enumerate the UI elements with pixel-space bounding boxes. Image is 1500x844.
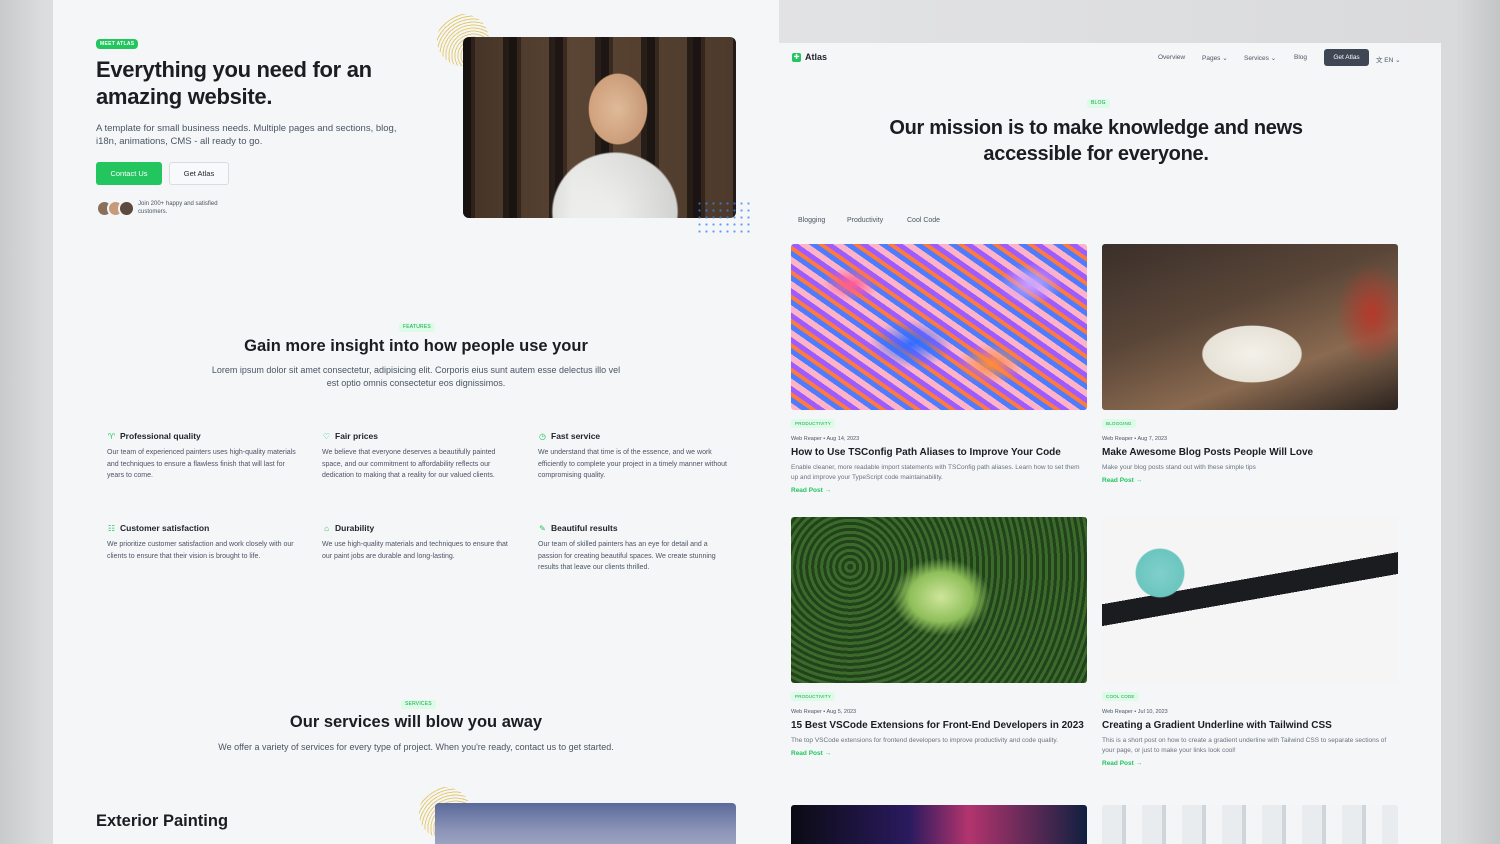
post-excerpt: This is a short post on how to create a … — [1102, 736, 1387, 754]
logo-text: Atlas — [805, 52, 828, 62]
feature-text: We use high-quality materials and techni… — [322, 541, 508, 560]
blog-title: Our mission is to make knowledge and new… — [889, 117, 1303, 165]
heart-icon: ♡ — [322, 431, 331, 441]
post-meta: Web Reaper • Aug 7, 2023 — [1102, 436, 1168, 442]
feature-item: ✎ Beautiful results Our team of skilled p… — [538, 523, 728, 574]
services-description: We offer a variety of services for every… — [218, 742, 614, 752]
hero-image — [463, 37, 736, 218]
read-post-link[interactable]: Read Post → — [1102, 477, 1398, 484]
blog-card[interactable]: BLOGGING Web Reaper • Aug 7, 2023 Make A… — [1102, 244, 1398, 484]
nav-item-services[interactable]: Services ⌄ — [1244, 54, 1276, 62]
post-category: PRODUCTIVITY — [791, 419, 835, 428]
feature-item: ☷ Customer satisfaction We prioritize cus… — [107, 523, 297, 562]
customer-avatars — [96, 200, 135, 217]
blog-card[interactable]: PRODUCTIVITY Web Reaper • Aug 14, 2023 H… — [791, 244, 1087, 494]
landing-page-preview: MEET ATLAS Everything you need for an am… — [53, 0, 779, 844]
filter-tab-productivity[interactable]: Productivity — [847, 217, 883, 224]
hero-badge: MEET ATLAS — [96, 39, 139, 49]
features-tag: FEATURES — [399, 323, 435, 332]
features-title: Gain more insight into how people use yo… — [244, 337, 588, 355]
post-image[interactable] — [791, 805, 1087, 844]
feature-text: Our team of experienced painters uses hi… — [107, 449, 296, 479]
post-excerpt: Enable cleaner, more readable import sta… — [791, 463, 1080, 481]
nav-get-atlas-button[interactable]: Get Atlas — [1324, 49, 1369, 66]
post-title[interactable]: Make Awesome Blog Posts People Will Love — [1102, 446, 1398, 460]
hero-subtitle: A template for small business needs. Mul… — [96, 123, 397, 147]
feature-title: Beautiful results — [551, 523, 618, 533]
feature-item: ⌂ Durability We use high-quality material… — [322, 523, 512, 562]
post-title[interactable]: How to Use TSConfig Path Aliases to Impr… — [791, 446, 1087, 460]
filter-tab-blogging[interactable]: Blogging — [798, 217, 825, 224]
post-category: BLOGGING — [1102, 419, 1136, 428]
post-meta: Web Reaper • Jul 10, 2023 — [1102, 709, 1168, 715]
feature-title: Customer satisfaction — [120, 523, 210, 533]
post-category: COOL CODE — [1102, 692, 1139, 701]
post-image[interactable] — [1102, 517, 1398, 683]
feature-text: Our team of skilled painters has an eye … — [538, 541, 716, 571]
feature-title: Durability — [335, 523, 375, 533]
filter-tab-cool-code[interactable]: Cool Code — [907, 217, 940, 224]
post-image[interactable] — [1102, 244, 1398, 410]
nav-item-pages[interactable]: Pages ⌄ — [1202, 54, 1228, 62]
feature-item: ♈ Professional quality Our team of experi… — [107, 431, 297, 482]
post-meta: Web Reaper • Aug 14, 2023 — [791, 436, 860, 442]
features-description: Lorem ipsum dolor sit amet consectetur, … — [211, 365, 621, 388]
post-image[interactable] — [791, 517, 1087, 683]
nav-item-overview[interactable]: Overview — [1158, 54, 1185, 61]
language-selector[interactable]: 文 EN ⌄ — [1376, 54, 1401, 64]
contact-us-button[interactable]: Contact Us — [96, 162, 162, 185]
post-excerpt: The top VSCode extensions for frontend d… — [791, 736, 1058, 744]
decorative-dot-grid — [696, 200, 750, 234]
post-title[interactable]: 15 Best VSCode Extensions for Front-End … — [791, 719, 1087, 733]
post-title[interactable]: Creating a Gradient Underline with Tailw… — [1102, 719, 1398, 733]
clock-icon: ◷ — [539, 431, 546, 441]
post-image[interactable] — [1102, 805, 1398, 844]
read-post-link[interactable]: Read Post → — [791, 487, 1087, 494]
logo[interactable]: ✚ Atlas — [792, 52, 827, 62]
blog-card[interactable]: PRODUCTIVITY Web Reaper • Aug 5, 2023 15… — [791, 517, 1087, 757]
services-tag: SERVICES — [401, 700, 436, 709]
feature-item: ♡ Fair prices We believe that everyone de… — [322, 431, 512, 482]
feature-title: Fair prices — [335, 431, 378, 441]
blog-page-preview: ✚ Atlas Overview Pages ⌄ Services ⌄ Blog… — [779, 43, 1441, 844]
feature-text: We believe that everyone deserves a beau… — [322, 449, 496, 479]
service-title: Exterior Painting — [96, 812, 229, 830]
post-category: PRODUCTIVITY — [791, 692, 835, 701]
home-icon: ⌂ — [324, 523, 329, 533]
hero-title: Everything you need for an amazing websi… — [96, 57, 372, 109]
feature-item: ◷ Fast service We understand that time is… — [538, 431, 728, 482]
feature-text: We understand that time is of the essenc… — [538, 449, 727, 479]
social-proof-text: Join 200+ happy and satisfied customers. — [138, 201, 218, 215]
post-excerpt: Make your blog posts stand out with thes… — [1102, 463, 1256, 471]
services-title: Our services will blow you away — [289, 713, 543, 731]
blog-card[interactable]: COOL CODE Web Reaper • Jul 10, 2023 Crea… — [1102, 517, 1398, 767]
read-post-link[interactable]: Read Post → — [791, 750, 1087, 757]
feature-title: Fast service — [551, 431, 601, 441]
read-post-link[interactable]: Read Post → — [1102, 760, 1398, 767]
feature-text: We prioritize customer satisfaction and … — [107, 541, 294, 560]
list-icon: ☷ — [107, 523, 116, 533]
award-icon: ♈ — [107, 431, 116, 441]
logo-icon: ✚ — [792, 52, 801, 62]
nav-item-blog[interactable]: Blog — [1294, 54, 1307, 61]
get-atlas-button[interactable]: Get Atlas — [169, 162, 229, 185]
service-image — [435, 803, 736, 844]
avatar — [118, 200, 135, 217]
paint-roller-icon: ✎ — [539, 523, 546, 533]
blog-tag: BLOG — [1087, 99, 1110, 108]
top-navigation: ✚ Atlas Overview Pages ⌄ Services ⌄ Blog… — [779, 43, 1441, 73]
feature-title: Professional quality — [120, 431, 201, 441]
post-meta: Web Reaper • Aug 5, 2023 — [791, 709, 857, 715]
post-image[interactable] — [791, 244, 1087, 410]
